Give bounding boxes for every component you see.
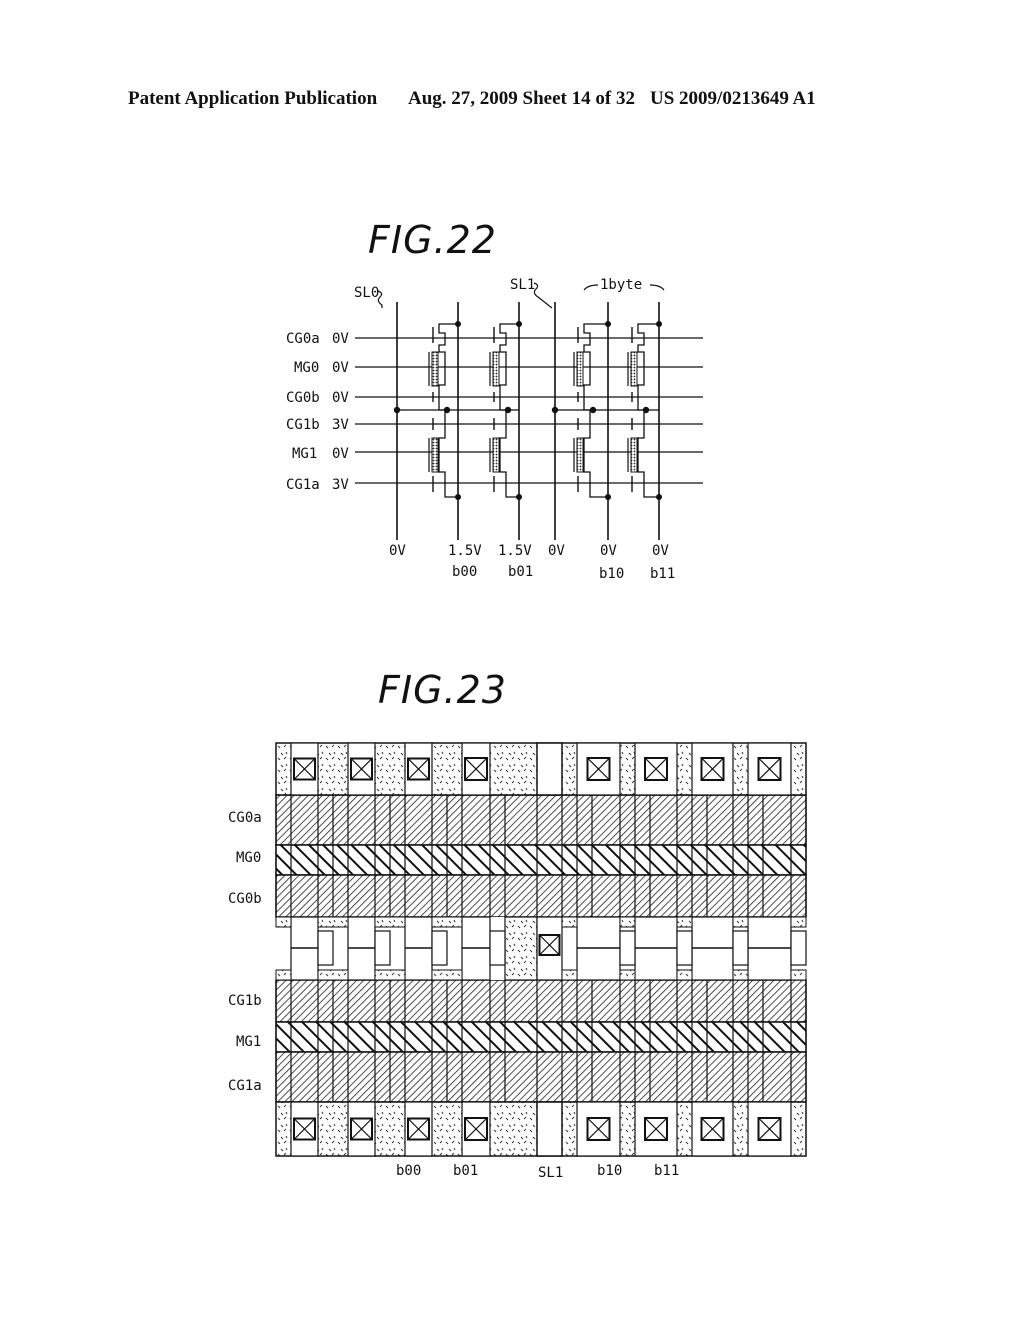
- diffusion-stub: [619, 969, 636, 981]
- junction-dot: [589, 406, 597, 414]
- diffusion-stub: [561, 916, 578, 928]
- col-voltage: 0V: [548, 543, 565, 559]
- mg1-band: [275, 1021, 807, 1053]
- isolation-gap: [732, 930, 749, 966]
- sl1-label: SL1: [510, 277, 535, 293]
- charge-storage: [431, 351, 439, 387]
- row-label: CG1b: [228, 993, 262, 1009]
- row-label: MG0: [236, 850, 261, 866]
- charge-storage: [492, 437, 500, 473]
- col-bit: b11: [650, 566, 675, 582]
- diffusion-stub: [317, 916, 349, 928]
- col-bit: b00: [452, 564, 477, 580]
- isolation-gap: [619, 930, 636, 966]
- sl1-leader: [533, 282, 553, 309]
- row-label: MG1: [292, 446, 317, 462]
- row-voltage: 0V: [332, 390, 349, 406]
- row-label: MG0: [294, 360, 319, 376]
- byte-bracket-right: [649, 284, 665, 291]
- bottom-label: b01: [453, 1163, 478, 1179]
- cg1b-band: [275, 979, 807, 1023]
- cg0a-band: [275, 794, 807, 846]
- diffusion-stub: [561, 969, 578, 981]
- charge-storage: [431, 437, 439, 473]
- row-label: CG1a: [228, 1078, 262, 1094]
- bottom-label: b00: [396, 1163, 421, 1179]
- row-label: CG0a: [286, 331, 320, 347]
- source-line-column: [536, 742, 563, 796]
- junction-dot: [504, 406, 512, 414]
- diffusion-stub: [431, 969, 463, 981]
- byte-bracket-left: [583, 284, 599, 291]
- junction-dot: [393, 406, 401, 414]
- row-voltage: 0V: [332, 360, 349, 376]
- col-bit: b10: [599, 566, 624, 582]
- isolation-gap: [489, 930, 506, 966]
- diffusion-stub: [275, 969, 292, 981]
- row-label: MG1: [236, 1034, 261, 1050]
- diffusion-stub: [732, 916, 749, 928]
- charge-storage: [630, 351, 638, 387]
- diffusion-stub: [619, 916, 636, 928]
- diffusion-stub: [732, 969, 749, 981]
- isolation-gap: [790, 930, 807, 966]
- sl-diffusion: [504, 916, 538, 981]
- diffusion-stub: [275, 916, 292, 928]
- isolation-gap: [374, 930, 391, 966]
- diffusion-stub: [676, 969, 693, 981]
- bottom-label: b11: [654, 1163, 679, 1179]
- mg0-band: [275, 844, 807, 876]
- bottom-label: SL1: [538, 1165, 563, 1181]
- isolation-gap: [317, 930, 334, 966]
- byte-label: 1byte: [600, 277, 642, 293]
- diffusion-stub: [676, 916, 693, 928]
- diffusion-stub: [790, 916, 807, 928]
- junction-dot: [642, 406, 650, 414]
- source-line-column: [536, 1101, 563, 1157]
- col-voltage: 0V: [652, 543, 669, 559]
- diffusion-stub: [317, 969, 349, 981]
- isolation-gap: [676, 930, 693, 966]
- diffusion-stub: [374, 969, 406, 981]
- bottom-label: b10: [597, 1163, 622, 1179]
- row-label: CG0a: [228, 810, 262, 826]
- col-voltage: 0V: [389, 543, 406, 559]
- row-voltage: 3V: [332, 477, 349, 493]
- charge-storage: [630, 437, 638, 473]
- junction-dot: [443, 406, 451, 414]
- cg0b-band: [275, 874, 807, 918]
- charge-storage: [576, 437, 584, 473]
- col-voltage: 1.5V: [448, 543, 482, 559]
- fig22-circuit: SL0 SL1 1byte CG0a 0V MG0 0V CG0b 0V CG1…: [228, 277, 807, 1181]
- fig23-layout: [275, 742, 807, 1157]
- row-voltage: 3V: [332, 417, 349, 433]
- diffusion-stub: [431, 916, 463, 928]
- charge-storage: [492, 351, 500, 387]
- fig22-labels: CG0a 0V MG0 0V CG0b 0V CG1b 3V MG1 0V CG…: [286, 331, 675, 582]
- row-label: CG1b: [286, 417, 320, 433]
- col-bit: b01: [508, 564, 533, 580]
- row-label: CG0b: [228, 891, 262, 907]
- row-voltage: 0V: [332, 331, 349, 347]
- diffusion-stub: [790, 969, 807, 981]
- sl0-label: SL0: [354, 285, 379, 301]
- isolation-gap: [431, 930, 448, 966]
- row-voltage: 0V: [332, 446, 349, 462]
- charge-storage: [576, 351, 584, 387]
- junction-dot: [551, 406, 559, 414]
- diffusion-stub: [374, 916, 406, 928]
- col-voltage: 0V: [600, 543, 617, 559]
- row-label: CG0b: [286, 390, 320, 406]
- cg1a-band: [275, 1051, 807, 1103]
- row-label: CG1a: [286, 477, 320, 493]
- fig22-lines: [355, 302, 703, 540]
- col-voltage: 1.5V: [498, 543, 532, 559]
